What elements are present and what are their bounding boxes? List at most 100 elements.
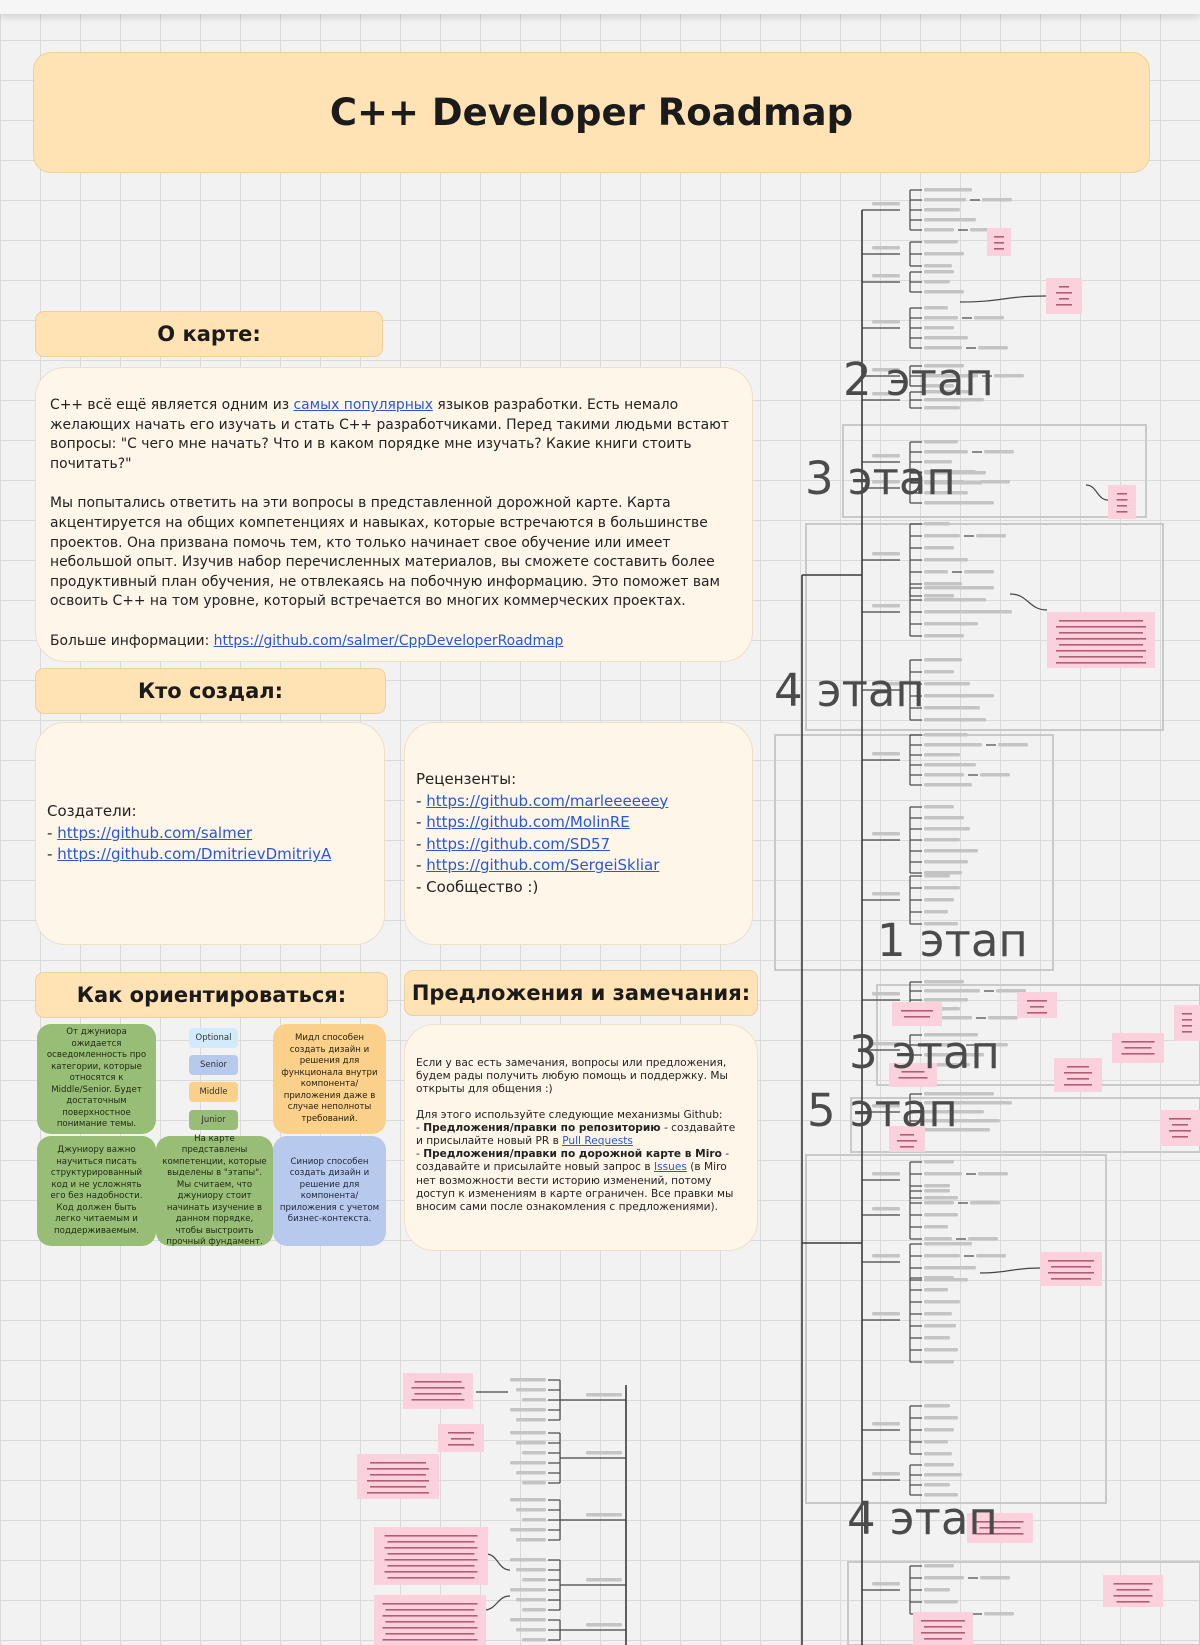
leaf-item <box>516 1628 546 1632</box>
leaf-item <box>924 1312 952 1316</box>
repo-link[interactable]: https://github.com/salmer/CppDeveloperRo… <box>214 633 564 649</box>
leaf-item <box>924 773 964 777</box>
sticky-text-line <box>384 1547 478 1549</box>
creators-card: Создатели: - https://github.com/salmer -… <box>35 722 385 945</box>
leaf-item <box>924 1588 950 1592</box>
leaf-item <box>872 1422 900 1426</box>
sticky-text-line <box>924 1638 962 1640</box>
leaf-item <box>924 188 972 192</box>
sticky-note <box>374 1595 486 1645</box>
sticky-text-line <box>1056 292 1072 294</box>
suggestions-text: Если у вас есть замечания, вопросы или п… <box>416 1057 745 1214</box>
about-more-info: Больше информации: https://github.com/sa… <box>50 632 738 652</box>
leaf-item <box>924 1254 960 1258</box>
leaf-item <box>510 1408 546 1412</box>
sticky-text-line <box>1059 620 1143 622</box>
leaf-item <box>924 346 962 350</box>
about-card: C++ всё ещё является одним из самых попу… <box>35 367 753 662</box>
about-heading: О карте: <box>35 311 383 357</box>
leaf-item <box>586 1513 622 1517</box>
about-paragraph-1: C++ всё ещё является одним из самых попу… <box>50 396 738 474</box>
leaf-item <box>924 558 968 562</box>
leaf-item <box>924 406 960 410</box>
sticky-text-line <box>1064 1072 1092 1074</box>
list-dash: - <box>416 813 427 831</box>
stage-label: 4 этап <box>847 1492 998 1545</box>
pull-requests-link[interactable]: Pull Requests <box>562 1135 633 1147</box>
creator-link[interactable]: https://github.com/salmer <box>57 824 252 842</box>
leaf-item <box>924 208 960 212</box>
about-paragraph-2: Мы попытались ответить на эти вопросы в … <box>50 495 721 610</box>
sticky-text-line <box>994 236 1004 238</box>
leaf-item <box>516 1508 546 1512</box>
leaf-item <box>872 752 900 756</box>
leaf-item <box>586 1623 622 1627</box>
leaf-item <box>970 1201 1000 1205</box>
legend-junior: Junior <box>189 1110 238 1130</box>
sticky-text-line <box>1056 662 1146 664</box>
leaf-item <box>996 989 1026 993</box>
about-p1-before: C++ всё ещё является одним из <box>50 397 294 413</box>
reviewer-link[interactable]: https://github.com/marleeeeeey <box>426 792 668 810</box>
leaf-item <box>924 1189 950 1193</box>
issues-link[interactable]: Issues <box>654 1161 687 1173</box>
leaf-item <box>924 805 954 809</box>
leaf-item <box>924 240 958 244</box>
sticky-text-line <box>1113 1583 1153 1585</box>
leaf-item <box>516 1441 546 1445</box>
sticky-text-line <box>994 248 1004 250</box>
sticky-text-line <box>414 1393 462 1395</box>
leaf-item <box>924 827 970 831</box>
tile-stages: На карте представлены компетенции, котор… <box>156 1134 273 1247</box>
sticky-text-line <box>385 1621 475 1623</box>
leaf-item <box>924 1196 958 1200</box>
leaf-item <box>510 1618 546 1622</box>
sticky-text-line <box>1116 1589 1150 1591</box>
leaf-item <box>924 280 950 284</box>
sticky-text-line <box>1059 298 1069 300</box>
creator-link[interactable]: https://github.com/DmitrievDmitriyA <box>57 845 331 863</box>
leaf-item <box>872 552 900 556</box>
leaf-item <box>988 1016 1018 1020</box>
sticky-text-line <box>1048 1260 1094 1262</box>
leaf-item <box>510 1461 546 1465</box>
sticky-connector <box>1085 484 1109 501</box>
sticky-text-line <box>1048 1272 1094 1274</box>
leaf-item <box>976 1254 1006 1258</box>
tile-middle: Мидл способен создать дизайн и решения д… <box>273 1024 386 1134</box>
leaf-item <box>872 1207 900 1211</box>
sticky-text-line <box>921 1620 965 1622</box>
sticky-text-line <box>1064 1084 1092 1086</box>
leaf-item <box>980 773 1010 777</box>
sticky-text-line <box>1067 1078 1089 1080</box>
leaf-item <box>924 270 954 274</box>
leaf-item <box>522 1578 546 1582</box>
leaf-item <box>924 622 978 626</box>
leaf-item <box>924 1576 964 1580</box>
sticky-text-line <box>1116 499 1128 501</box>
reviewer-link[interactable]: https://github.com/MolinRE <box>426 813 630 831</box>
leaf-item <box>516 1538 546 1542</box>
sticky-text-line <box>384 1535 478 1537</box>
leaf-item <box>924 849 978 853</box>
leaf-item <box>516 1471 546 1475</box>
leaf-item <box>872 274 900 278</box>
stage-label: 1 этап <box>877 914 1028 967</box>
sticky-text-line <box>1051 1278 1091 1280</box>
community-item: - Сообщество :) <box>416 877 539 896</box>
leaf-item <box>872 320 900 324</box>
sticky-text-line <box>387 1565 475 1567</box>
sticky-text-line <box>994 242 1004 244</box>
sticky-text-line <box>370 1474 426 1476</box>
sticky-text-line <box>370 1462 426 1464</box>
leaf-item <box>924 336 968 340</box>
stage-label: 3 этап <box>849 1026 1000 1079</box>
sticky-text-line <box>924 1626 962 1628</box>
popular-languages-link[interactable]: самых популярных <box>294 397 433 413</box>
leaf-item <box>978 346 1008 350</box>
reviewer-link[interactable]: https://github.com/SD57 <box>426 835 610 853</box>
sticky-text-line <box>387 1541 475 1543</box>
reviewer-link[interactable]: https://github.com/SergeiSkliar <box>426 856 659 874</box>
sticky-connector <box>959 295 1047 303</box>
leaf-item <box>510 1558 546 1562</box>
